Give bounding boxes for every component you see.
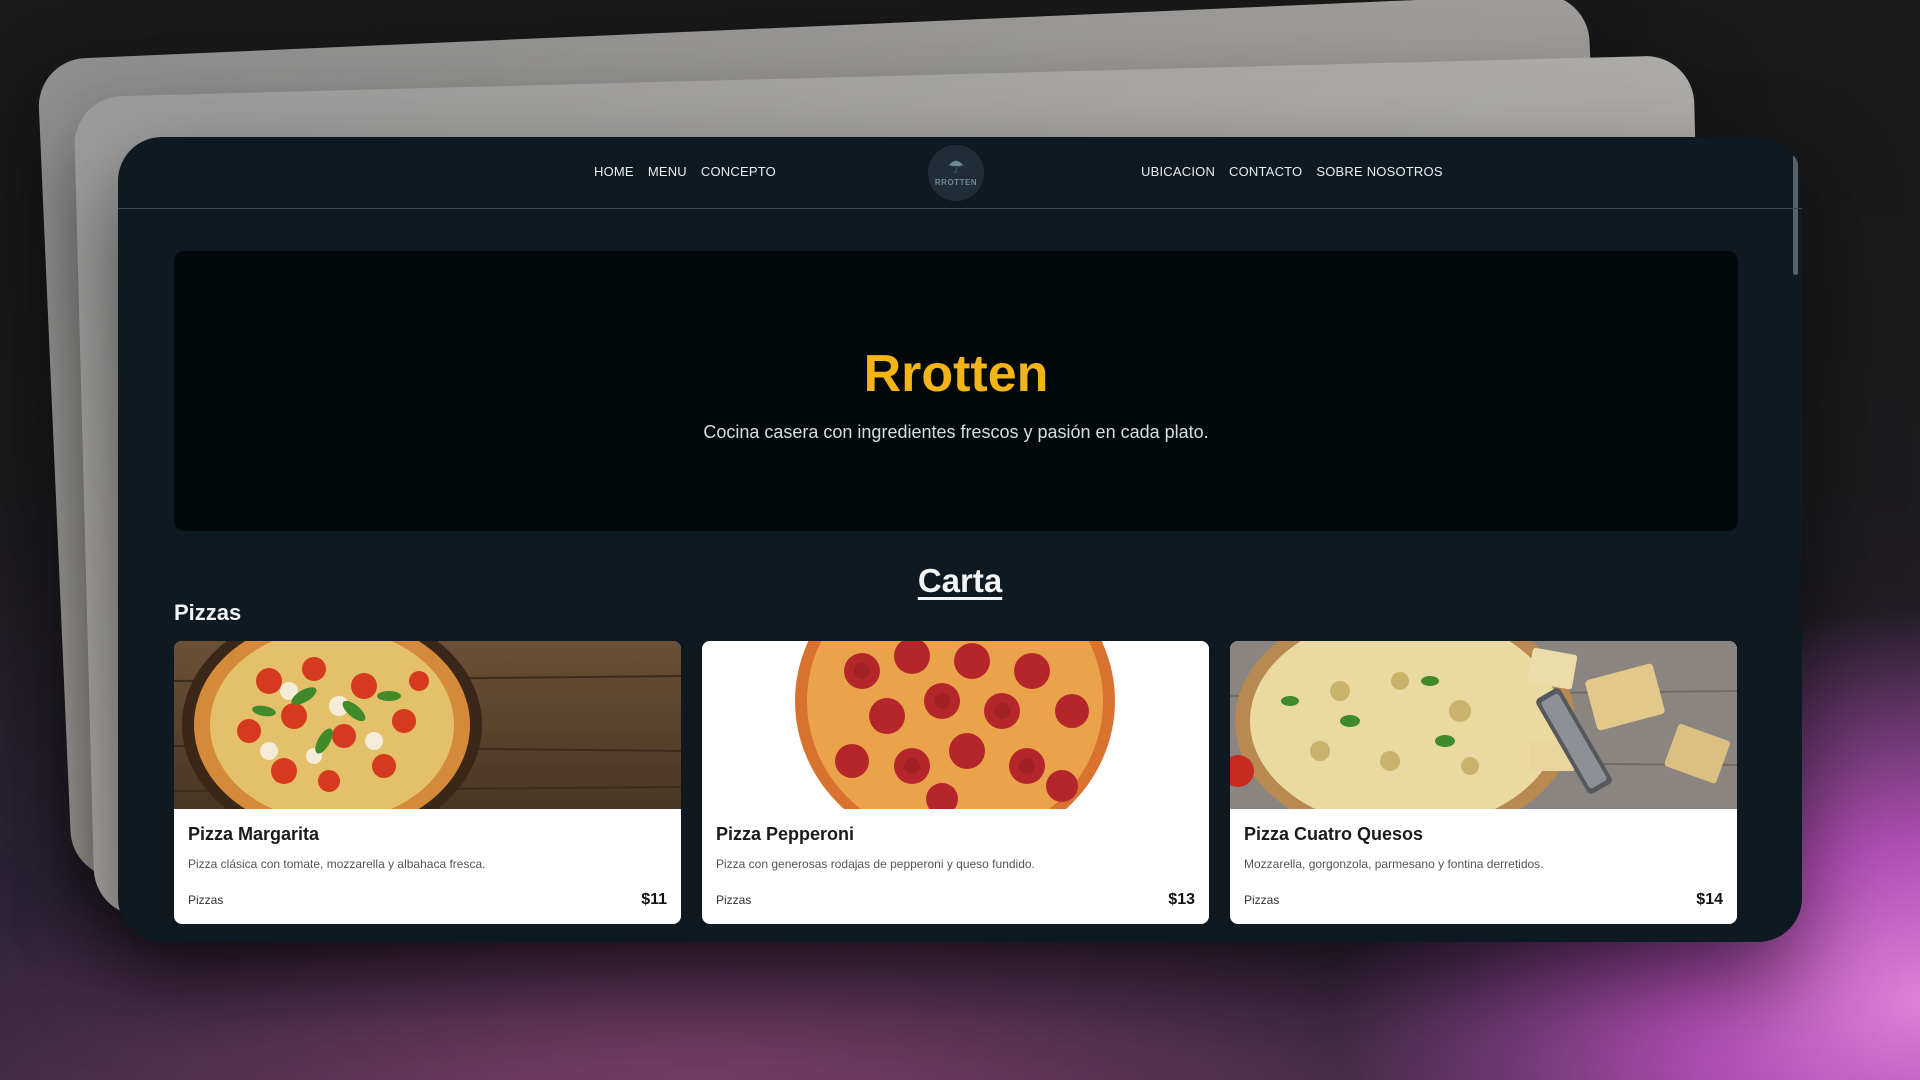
pizza-margarita-image	[174, 641, 681, 809]
card-category: Pizzas	[188, 893, 224, 907]
umbrella-icon: ☂	[947, 157, 965, 177]
card-description: Pizza con generosas rodajas de pepperoni…	[716, 857, 1035, 871]
logo-text: RROTTEN	[934, 178, 978, 187]
card-description: Pizza clásica con tomate, mozzarella y a…	[188, 857, 486, 871]
category-title: Pizzas	[174, 600, 242, 625]
nav-link-ubicacion[interactable]: UBICACION	[1141, 164, 1215, 179]
pizza-pepperoni-image	[702, 641, 1209, 809]
card-category: Pizzas	[1244, 893, 1280, 907]
hero-title: Rrotten	[863, 345, 1049, 403]
hero-banner: Rrotten Cocina casera con ingredientes f…	[174, 251, 1738, 531]
menu-cards: Pizza Margarita Pizza clásica con tomate…	[174, 641, 1738, 924]
logo[interactable]: ☂ RROTTEN	[928, 145, 984, 201]
pizza-cuatro-quesos-image	[1230, 641, 1737, 809]
card-price: $14	[1696, 891, 1723, 908]
nav-link-concepto[interactable]: CONCEPTO	[701, 164, 776, 179]
nav-link-contacto[interactable]: CONTACTO	[1229, 164, 1302, 179]
browser-window: HOME MENU CONCEPTO ☂ RROTTEN UBICACION C…	[118, 137, 1802, 942]
card-name: Pizza Cuatro Quesos	[1244, 824, 1424, 844]
menu-card-pepperoni[interactable]: Pizza Pepperoni Pizza con generosas roda…	[702, 641, 1209, 924]
nav-link-sobre-nosotros[interactable]: SOBRE NOSOTROS	[1316, 164, 1442, 179]
card-name: Pizza Margarita	[188, 824, 320, 844]
nav-link-menu[interactable]: MENU	[648, 164, 687, 179]
card-price: $13	[1168, 891, 1195, 908]
card-category: Pizzas	[716, 893, 752, 907]
navbar: HOME MENU CONCEPTO ☂ RROTTEN UBICACION C…	[118, 137, 1802, 209]
card-name: Pizza Pepperoni	[716, 824, 855, 844]
hero-subtitle: Cocina casera con ingredientes frescos y…	[703, 422, 1209, 442]
card-price: $11	[641, 891, 667, 908]
menu-section-title: Carta	[917, 562, 1003, 599]
menu-card-margarita[interactable]: Pizza Margarita Pizza clásica con tomate…	[174, 641, 681, 924]
card-description: Mozzarella, gorgonzola, parmesano y font…	[1244, 857, 1544, 871]
menu-card-cuatro-quesos[interactable]: Pizza Cuatro Quesos Mozzarella, gorgonzo…	[1230, 641, 1737, 924]
nav-link-home[interactable]: HOME	[594, 164, 634, 179]
nav-left-group: HOME MENU CONCEPTO	[594, 164, 776, 179]
nav-right-group: UBICACION CONTACTO SOBRE NOSOTROS	[1141, 164, 1443, 179]
